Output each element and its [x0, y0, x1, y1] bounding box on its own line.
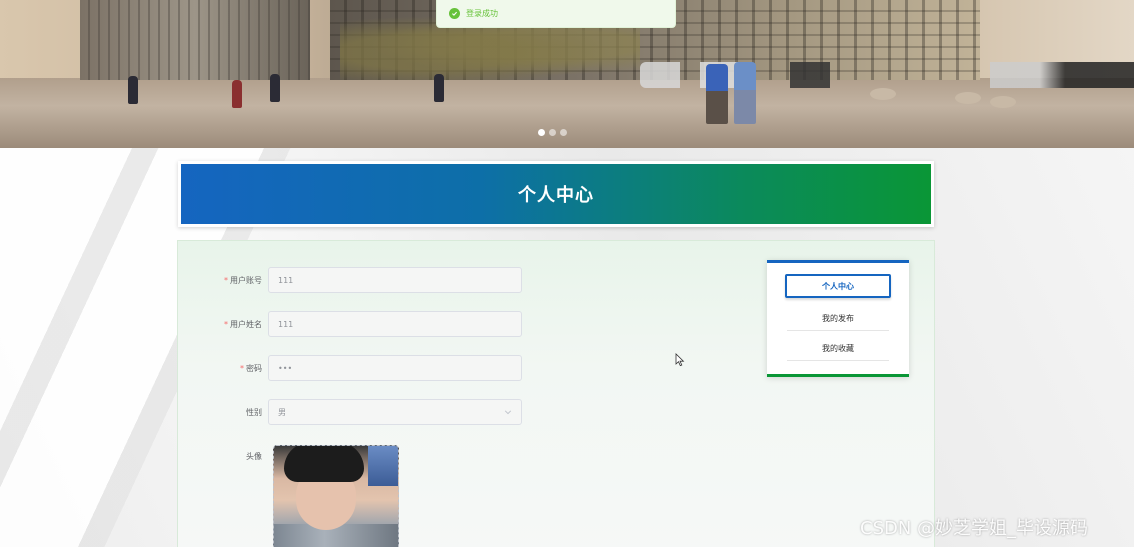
gender-label: 性别 — [246, 407, 262, 417]
chevron-down-icon — [504, 410, 512, 415]
banner-person — [270, 74, 280, 102]
banner-bollard — [955, 92, 981, 104]
account-input[interactable]: 111 — [268, 267, 522, 293]
banner-building-left — [80, 0, 310, 80]
page-title-bar: 个人中心 — [178, 161, 934, 227]
gender-select[interactable]: 男 — [268, 399, 522, 425]
required-mark: * — [224, 275, 228, 285]
carousel-dot-1[interactable] — [538, 129, 545, 136]
check-circle-icon — [449, 8, 460, 19]
form-row-gender: 性别 男 — [178, 399, 522, 425]
banner-person — [232, 80, 242, 108]
password-label: * 密码 — [240, 363, 262, 373]
password-input[interactable]: ••• — [268, 355, 522, 381]
banner-person — [128, 76, 138, 104]
form-row-password: * 密码 ••• — [178, 355, 522, 381]
banner-person — [434, 74, 444, 102]
menu-item-my-favorites[interactable]: 我的收藏 — [787, 337, 889, 361]
account-label: * 用户账号 — [224, 275, 262, 285]
mouse-cursor-icon — [675, 353, 685, 367]
avatar-uploader[interactable] — [273, 445, 399, 547]
banner-person — [734, 62, 756, 124]
required-mark: * — [224, 319, 228, 329]
banner-plaza — [0, 78, 1134, 148]
form-row-account: * 用户账号 111 — [178, 267, 522, 293]
menu-item-profile[interactable]: 个人中心 — [785, 274, 891, 298]
banner-bollard — [990, 96, 1016, 108]
profile-side-menu: 个人中心 我的发布 我的收藏 — [767, 260, 909, 377]
avatar-label: 头像 — [246, 451, 262, 461]
form-row-name: * 用户姓名 111 — [178, 311, 522, 337]
name-label: * 用户姓名 — [224, 319, 262, 329]
watermark-text: CSDN @妙芝学姐_毕设源码 — [860, 518, 1089, 539]
name-input[interactable]: 111 — [268, 311, 522, 337]
carousel-dot-3[interactable] — [560, 129, 567, 136]
toast-message: 登录成功 — [466, 9, 498, 18]
required-mark: * — [240, 363, 244, 373]
banner-person — [706, 64, 728, 124]
form-row-avatar: 头像 — [178, 443, 268, 469]
login-success-toast: 登录成功 — [436, 0, 676, 28]
carousel-indicators — [538, 129, 567, 136]
page-title: 个人中心 — [518, 185, 594, 206]
carousel-dot-2[interactable] — [549, 129, 556, 136]
menu-item-my-posts[interactable]: 我的发布 — [787, 307, 889, 331]
banner-bollard — [870, 88, 896, 100]
